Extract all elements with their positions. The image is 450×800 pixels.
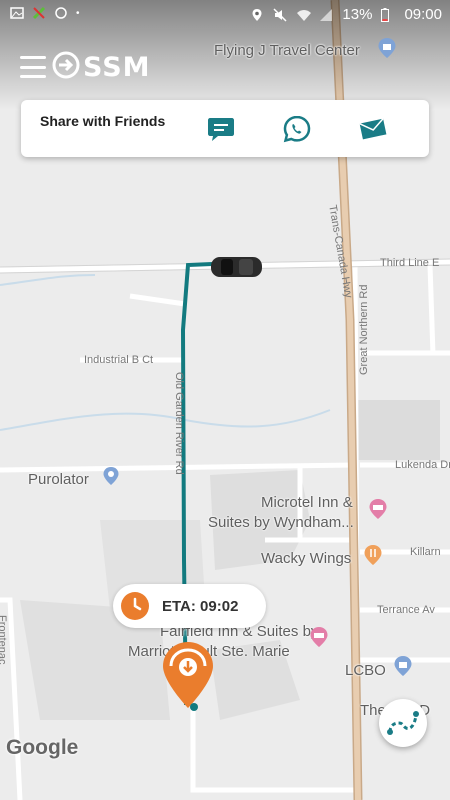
app-notification-icon — [32, 6, 46, 20]
route-options-button[interactable] — [379, 699, 427, 747]
logo-text: SSM — [83, 51, 151, 83]
whatsapp-icon — [282, 115, 312, 148]
restaurant-pin-icon[interactable] — [363, 544, 383, 571]
dot-icon: • — [76, 7, 80, 19]
status-bar: • 13% 09:00 — [0, 0, 450, 30]
route-path-icon — [386, 708, 420, 743]
place-pin-icon[interactable] — [102, 466, 120, 491]
signal-icon — [319, 8, 333, 22]
eta-text: ETA: 09:02 — [162, 598, 239, 615]
app-header: SSM — [20, 50, 151, 84]
road-label-killarney: Killarn — [410, 546, 441, 558]
place-label-lcbo[interactable]: LCBO — [345, 662, 386, 679]
road-label-left: Frontenac — [0, 615, 8, 665]
road-label-great-northern: Great Northern Rd — [358, 284, 370, 375]
image-icon — [10, 6, 24, 20]
destination-marker-icon — [161, 640, 221, 717]
shopping-bag-pin-icon[interactable] — [393, 655, 413, 682]
place-label-flying-j[interactable]: Flying J Travel Center — [214, 42, 360, 59]
mute-icon — [273, 7, 287, 22]
road-label-lukenda: Lukenda Dr — [395, 459, 450, 471]
road-label-terrance: Terrance Av — [377, 604, 435, 616]
google-logo[interactable]: Google — [6, 736, 78, 760]
clock-icon — [121, 592, 149, 620]
shopping-bag-pin-icon[interactable] — [377, 37, 397, 64]
whatsapp-share-button[interactable] — [282, 114, 312, 144]
map-road — [427, 264, 436, 356]
chat-bubble-icon — [206, 118, 236, 148]
map-building-area — [355, 400, 440, 460]
share-title: Share with Friends — [40, 113, 166, 129]
road-label-old-garden: Old Garden River Rd — [173, 372, 185, 475]
battery-icon — [381, 7, 395, 22]
sms-share-button[interactable] — [206, 114, 236, 144]
envelope-icon — [358, 118, 388, 148]
place-label-purolator[interactable]: Purolator — [28, 471, 89, 488]
place-label-microtel-line1[interactable]: Microtel Inn & — [261, 494, 353, 511]
car-marker-icon — [209, 254, 264, 285]
battery-percentage: 13% — [342, 6, 373, 23]
hotel-pin-icon[interactable] — [309, 626, 329, 653]
status-time: 09:00 — [404, 6, 442, 23]
hamburger-menu-icon[interactable] — [20, 56, 46, 78]
share-card: Share with Friends — [21, 100, 429, 157]
road-label-third-line: Third Line E — [380, 257, 440, 269]
hotel-pin-icon[interactable] — [368, 498, 388, 525]
app-logo: SSM — [52, 51, 151, 84]
email-share-button[interactable] — [358, 114, 388, 144]
place-label-wacky-wings[interactable]: Wacky Wings — [261, 550, 351, 567]
arrow-circle-icon — [52, 51, 80, 84]
eta-pill: ETA: 09:02 — [113, 584, 266, 628]
road-label-industrial: Industrial B Ct — [84, 354, 154, 366]
sync-icon — [54, 6, 68, 20]
wifi-icon — [296, 8, 312, 22]
location-icon — [250, 8, 264, 22]
place-label-microtel-line2[interactable]: Suites by Wyndham... — [208, 514, 354, 531]
